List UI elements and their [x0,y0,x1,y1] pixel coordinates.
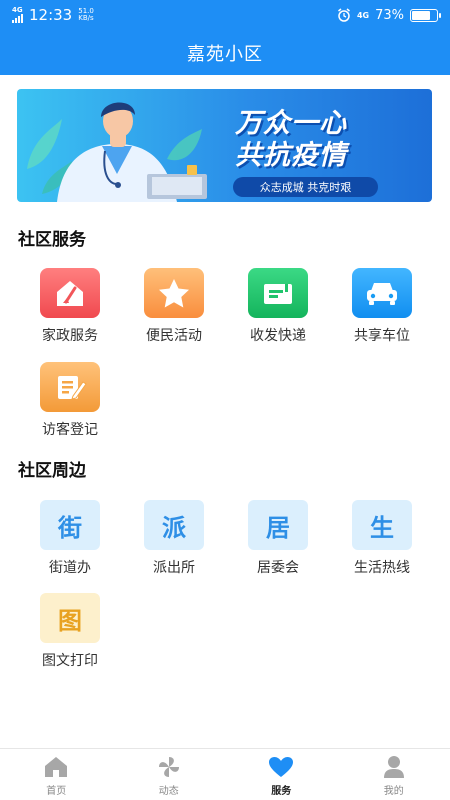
tab-services[interactable]: 服务 [225,749,338,800]
clock: 12:33 [29,6,73,24]
section-title-nearby: 社区周边 [18,461,86,481]
house-broom-icon [40,268,100,318]
service-label: 收发快递 [250,328,306,344]
tab-label: 首页 [46,786,67,797]
page-title: 嘉苑小区 [187,43,263,65]
tab-home[interactable]: 首页 [0,749,113,800]
bottom-tab-bar: 首页 动态 服务 我的 [0,748,450,800]
nearby-life-hotline[interactable]: 生 生活热线 [330,500,434,577]
tab-mine[interactable]: 我的 [338,749,450,800]
app-header: 4G 12:33 51.0 KB/s 4G 73% 嘉苑小区 [0,0,450,75]
pinwheel-icon [156,755,182,779]
nearby-label: 街道办 [49,560,91,576]
service-label: 家政服务 [42,328,98,344]
tab-label: 动态 [158,786,179,797]
epidemic-banner[interactable]: 万众一心 共抗疫情 众志成城 共克时艰 [17,89,432,202]
service-label: 共享车位 [354,328,410,344]
banner-title-line2: 共抗疫情 [235,140,347,171]
nearby-label: 居委会 [257,560,299,576]
star-icon [144,268,204,318]
signal-indicator: 4G [12,7,23,23]
alarm-icon [337,8,350,22]
heart-icon [268,755,294,779]
network-speed: 51.0 KB/s [78,8,94,22]
nearby-label: 图文打印 [42,653,98,669]
network-type: 4G [12,6,23,14]
service-visitor-registration[interactable]: 访客登记 [18,362,122,439]
print-icon: 图 [40,593,100,643]
service-parking[interactable]: 共享车位 [330,268,434,345]
police-station-icon: 派 [144,500,204,550]
nearby-label: 派出所 [153,560,195,576]
hotline-icon: 生 [352,500,412,550]
nearby-label: 生活热线 [354,560,410,576]
tab-label: 我的 [383,786,404,797]
service-label: 便民活动 [146,328,202,344]
nearby-neighborhood-committee[interactable]: 居 居委会 [226,500,330,577]
register-icon [40,362,100,412]
committee-icon: 居 [248,500,308,550]
service-housekeeping[interactable]: 家政服务 [18,268,122,345]
service-activities[interactable]: 便民活动 [122,268,226,345]
package-icon [248,268,308,318]
right-network-type: 4G [356,10,370,20]
nearby-police-station[interactable]: 派 派出所 [122,500,226,577]
battery-icon [410,8,441,22]
battery-percent: 73% [375,7,404,23]
nearby-street-office[interactable]: 街 街道办 [18,500,122,577]
car-icon [352,268,412,318]
person-icon [382,755,406,779]
signal-bars-icon [12,14,23,23]
service-label: 访客登记 [42,422,98,438]
tab-label: 服务 [271,786,292,797]
tab-dynamics[interactable]: 动态 [113,749,226,800]
nearby-print[interactable]: 图 图文打印 [18,593,122,670]
service-express[interactable]: 收发快递 [226,268,330,345]
home-icon [43,755,69,779]
speed-unit: KB/s [78,14,94,22]
banner-subtitle: 众志成城 共克时艰 [233,177,378,197]
street-office-icon: 街 [40,500,100,550]
status-bar: 4G 12:33 51.0 KB/s 4G 73% [0,0,450,30]
section-title-services: 社区服务 [18,230,86,250]
